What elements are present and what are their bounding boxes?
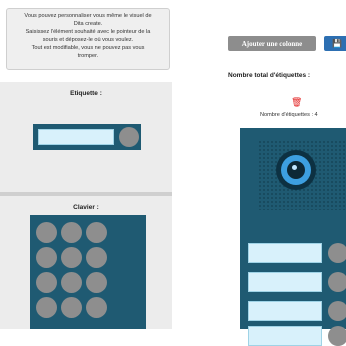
- clavier-panel: Clavier :: [0, 196, 172, 329]
- label-slot[interactable]: [248, 243, 322, 263]
- etiquette-panel: Etiquette :: [0, 82, 172, 192]
- call-button[interactable]: [328, 326, 346, 346]
- draggable-keypad-widget[interactable]: [30, 215, 146, 329]
- call-button: [119, 127, 139, 147]
- help-line: Vous pouvez personnaliser vous même le v…: [24, 13, 152, 19]
- call-button[interactable]: [328, 243, 346, 263]
- keypad-key: [36, 247, 57, 268]
- add-column-button[interactable]: Ajouter une colonne: [228, 36, 316, 51]
- help-line: Tout est modifiable, vous ne pouvez pas …: [31, 45, 145, 51]
- camera-ring: [281, 155, 311, 185]
- help-line: Saisissez l'élément souhaité avec le poi…: [25, 29, 151, 35]
- help-box: Vous pouvez personnaliser vous même le v…: [6, 8, 170, 70]
- clavier-title: Clavier :: [73, 204, 99, 211]
- label-slot[interactable]: [248, 272, 322, 292]
- keypad-key: [61, 247, 82, 268]
- keypad-key: [36, 222, 57, 243]
- label-slot[interactable]: [248, 326, 322, 346]
- draggable-label-widget[interactable]: [33, 124, 141, 150]
- intercom-preview-panel: [240, 128, 346, 346]
- keypad-key: [36, 297, 57, 318]
- help-line: tromper.: [77, 53, 99, 59]
- keypad-key: [86, 297, 107, 318]
- call-button[interactable]: [328, 272, 346, 292]
- camera-icon: [276, 150, 316, 190]
- label-slot[interactable]: [248, 301, 322, 321]
- save-button[interactable]: 💾: [324, 36, 346, 51]
- keypad-key: [61, 272, 82, 293]
- total-labels-heading: Nombre total d'étiquettes :: [228, 72, 311, 79]
- camera-highlight: [292, 165, 297, 170]
- etiquette-title: Etiquette :: [70, 90, 102, 97]
- keypad-key: [86, 247, 107, 268]
- keypad-key: [86, 222, 107, 243]
- trash-icon[interactable]: 🗑: [291, 98, 302, 107]
- keypad-key: [61, 222, 82, 243]
- label-field: [38, 129, 114, 145]
- preview-area: Ajouter une colonne 💾 Nombre total d'éti…: [176, 0, 346, 346]
- component-palette: Vous pouvez personnaliser vous même le v…: [0, 0, 176, 329]
- keypad-key: [86, 272, 107, 293]
- help-line: Dita create.: [73, 21, 103, 27]
- help-line: souris et déposez-le où vous voulez.: [42, 37, 134, 43]
- save-icon: 💾: [332, 39, 342, 48]
- camera-lens: [287, 161, 305, 179]
- keypad-key: [61, 297, 82, 318]
- call-button[interactable]: [328, 301, 346, 321]
- keypad-key: [36, 272, 57, 293]
- label-count-text: Nombre d'étiquettes : 4: [260, 112, 318, 118]
